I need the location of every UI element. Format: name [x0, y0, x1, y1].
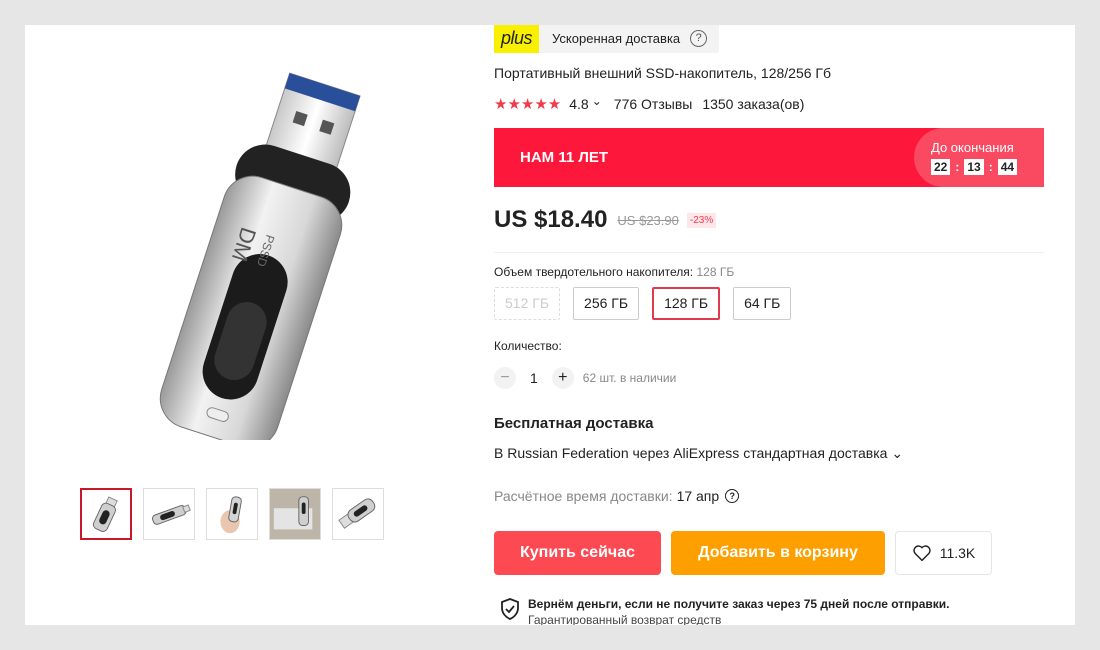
guarantee-subtitle: Гарантированный возврат средств [528, 613, 722, 625]
rating-stars-icon: ★★★★★ [494, 96, 562, 113]
wishlist-count: 11.3K [939, 545, 976, 561]
current-price: US $18.40 [494, 206, 608, 233]
storage-option-512[interactable]: 512 ГБ [494, 287, 561, 320]
rating-row: ★★★★★ 4.8 ⌄ 776 Отзывы 1350 заказа(ов) [494, 94, 805, 113]
storage-option-64[interactable]: 64 ГБ [733, 287, 792, 320]
shipping-title: Бесплатная доставка [494, 415, 654, 432]
timer-seconds: 44 [997, 159, 1018, 175]
shipping-method-selector[interactable]: В Russian Federation через AliExpress ст… [494, 445, 903, 462]
promo-banner: НАМ 11 ЛЕТ До окончания 22 : 13 : 44 [494, 128, 1044, 187]
thumbnail-1[interactable] [80, 488, 132, 540]
timer-minutes: 13 [964, 159, 984, 175]
divider [494, 252, 1044, 253]
product-title: Портативный внешний SSD-накопитель, 128/… [494, 65, 832, 81]
countdown-timer: До окончания 22 : 13 : 44 [914, 128, 1044, 187]
buy-now-button[interactable]: Купить сейчас [494, 531, 661, 575]
wishlist-button[interactable]: 11.3K [895, 531, 992, 575]
storage-label-text: Объем твердотельного накопителя: [494, 265, 694, 279]
rating-value[interactable]: 4.8 [569, 96, 588, 112]
help-icon[interactable]: ? [690, 29, 708, 47]
storage-label: Объем твердотельного накопителя: 128 ГБ [494, 265, 734, 279]
storage-option-256[interactable]: 256 ГБ [573, 287, 640, 320]
fast-delivery-label: Ускоренная доставка [552, 30, 681, 46]
quantity-increase-button[interactable]: + [551, 367, 574, 389]
reviews-link[interactable]: 776 Отзывы [614, 96, 693, 112]
quantity-stepper: − 1 + 62 шт. в наличии [494, 367, 676, 389]
thumbnail-4[interactable] [269, 488, 321, 540]
storage-selected-value: 128 ГБ [696, 265, 735, 279]
chevron-down-icon[interactable]: ⌄ [592, 94, 602, 108]
main-product-image[interactable]: DM PSSD [80, 60, 400, 448]
timer-separator: : [955, 160, 960, 174]
price-row: US $18.40 US $23.90 -23% [494, 206, 717, 234]
plus-badge: plus [494, 25, 540, 53]
timer-hours: 22 [931, 159, 951, 175]
delivery-estimate: Расчётное время доставки: 17 апр ? [494, 488, 740, 504]
timer-separator: : [988, 160, 993, 174]
timer-label: До окончания [931, 140, 1014, 155]
old-price: US $23.90 [617, 212, 679, 228]
product-card: DM PSSD plus Ускоренная доставка ? Порта… [25, 25, 1075, 625]
promo-title: НАМ 11 ЛЕТ [520, 149, 609, 166]
money-back-guarantee: Вернём деньги, если не получите заказ че… [500, 597, 950, 625]
storage-option-128[interactable]: 128 ГБ [652, 287, 721, 320]
thumbnail-3[interactable] [206, 488, 258, 540]
add-to-cart-button[interactable]: Добавить в корзину [671, 531, 885, 575]
shield-check-icon [501, 598, 519, 620]
orders-count: 1350 заказа(ов) [702, 96, 805, 112]
discount-badge: -23% [686, 212, 717, 228]
help-icon[interactable]: ? [725, 489, 740, 503]
heart-icon [913, 545, 931, 562]
quantity-value[interactable]: 1 [530, 370, 538, 386]
quantity-label: Количество: [494, 339, 562, 353]
delivery-estimate-date: 17 апр [676, 488, 720, 504]
stock-count: 62 шт. в наличии [582, 371, 677, 385]
guarantee-title: Вернём деньги, если не получите заказ че… [528, 597, 950, 611]
thumbnail-strip [80, 488, 384, 540]
quantity-decrease-button[interactable]: − [494, 367, 516, 389]
fast-delivery-banner: plus Ускоренная доставка ? [494, 25, 720, 53]
thumbnail-5[interactable] [332, 488, 384, 540]
storage-options: 512 ГБ 256 ГБ 128 ГБ 64 ГБ [494, 287, 792, 320]
thumbnail-2[interactable] [143, 488, 195, 540]
delivery-estimate-label: Расчётное время доставки: [494, 488, 673, 504]
